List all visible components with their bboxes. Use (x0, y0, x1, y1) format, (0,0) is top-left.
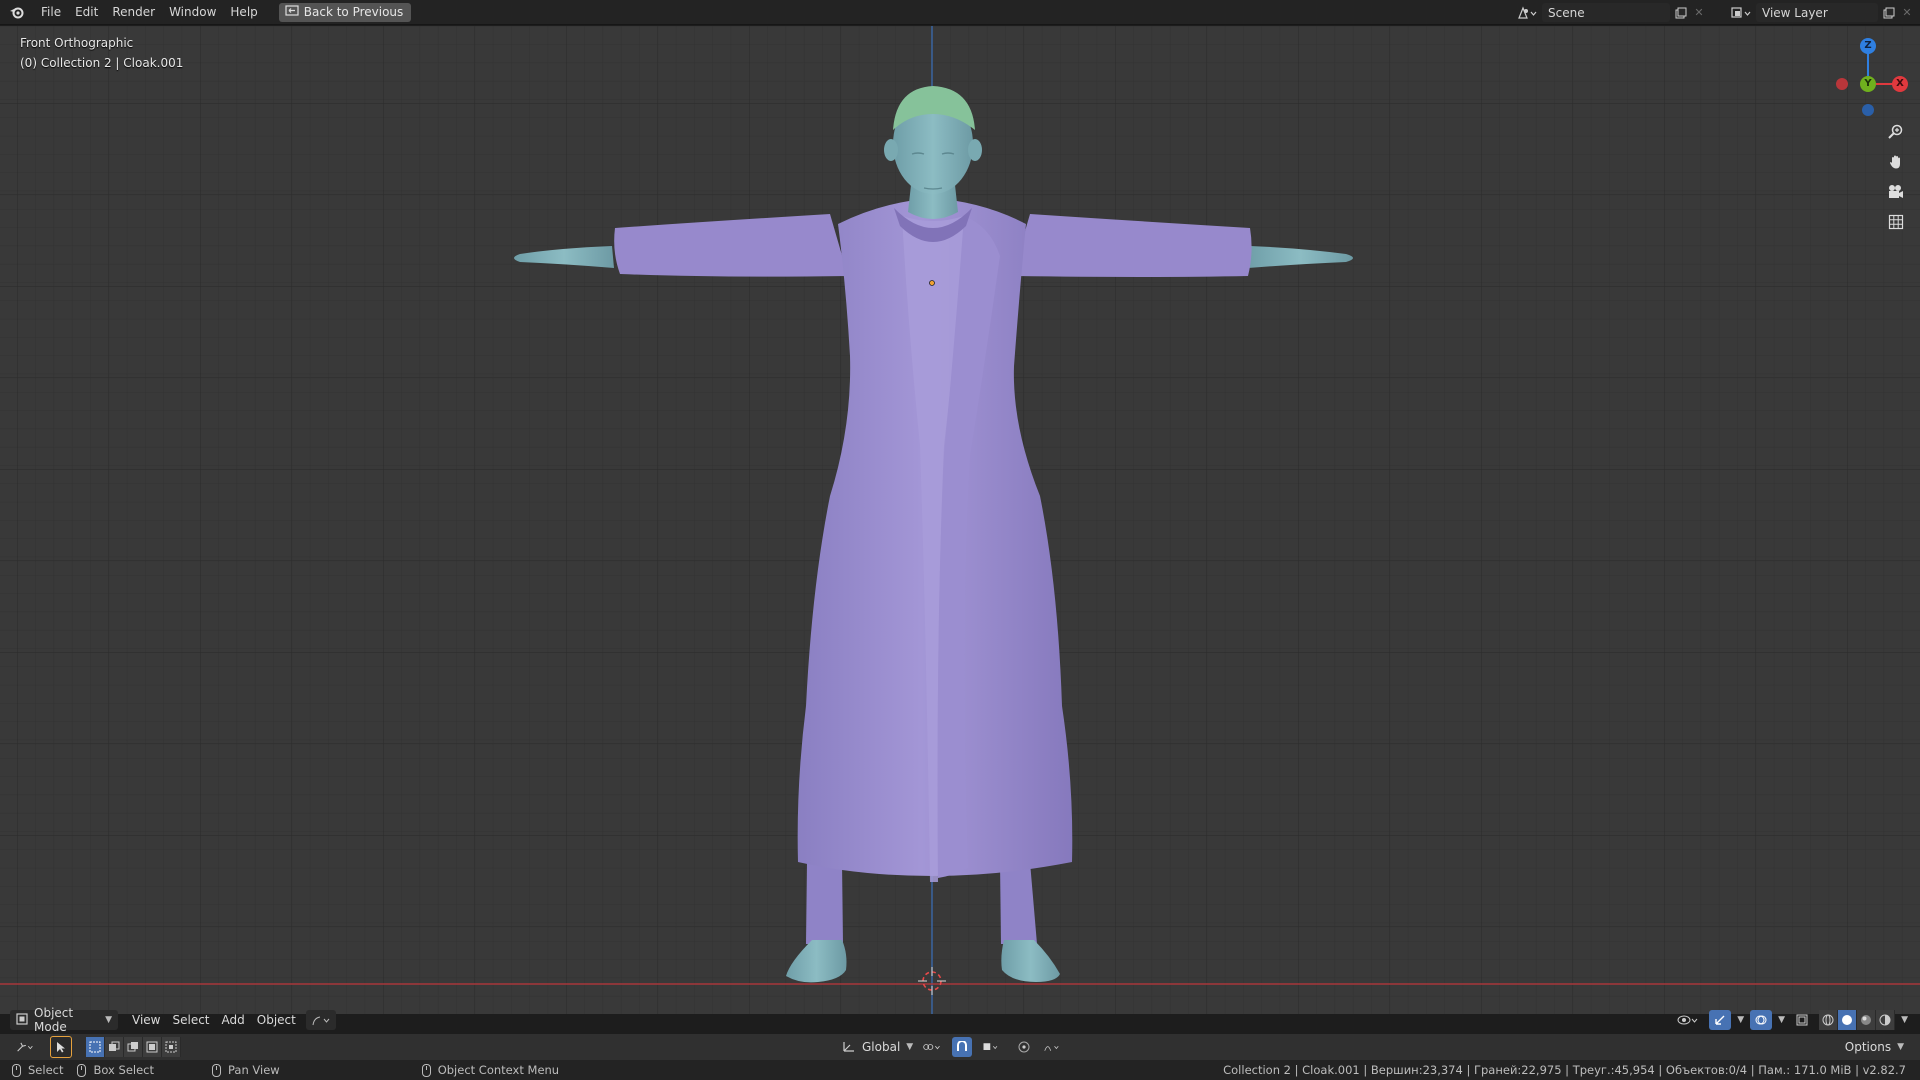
toggle-ortho-grid-icon[interactable] (1882, 208, 1910, 236)
intersect-selection-icon[interactable] (162, 1037, 181, 1057)
show-overlays-toggle[interactable] (1750, 1010, 1773, 1030)
tool-settings-bar: Global ▼ Options ▼ (0, 1034, 1920, 1060)
visibility-dropdown[interactable] (1671, 1010, 1705, 1030)
gpencil-layer-dropdown[interactable] (305, 1010, 336, 1030)
mouse-left-icon (12, 1063, 21, 1077)
solid-shading-icon[interactable] (1838, 1010, 1858, 1030)
overlay-options-chevron-icon[interactable]: ▼ (1776, 1010, 1787, 1030)
gizmo-y-icon[interactable]: Y (1860, 76, 1876, 92)
chevron-down-icon: ▼ (1897, 1042, 1904, 1052)
invert-selection-icon[interactable] (143, 1037, 162, 1057)
header-menu-select[interactable]: Select (166, 1010, 215, 1030)
gizmo-z-icon[interactable]: Z (1860, 38, 1876, 54)
view-layer-name-field[interactable]: View Layer (1756, 3, 1878, 22)
menu-help[interactable]: Help (223, 0, 264, 25)
material-shading-icon[interactable] (1857, 1010, 1877, 1030)
status-select-label: Select (28, 1063, 64, 1077)
status-context-menu-hint: Object Context Menu (421, 1063, 560, 1077)
transform-orientation-label: Global (862, 1040, 901, 1054)
status-bar: Select Box Select Pan View Object Contex… (0, 1060, 1920, 1080)
header-menu-object[interactable]: Object (251, 1010, 302, 1030)
proportional-editing-toggle[interactable] (1014, 1037, 1034, 1057)
viewport-canvas (0, 26, 1920, 1014)
transform-tool-dropdown[interactable] (10, 1037, 40, 1057)
mouse-right-icon (421, 1063, 431, 1077)
new-scene-icon[interactable] (1670, 3, 1692, 22)
collection-info-label: (0) Collection 2 | Cloak.001 (20, 56, 184, 70)
chevron-down-icon: ▼ (906, 1042, 914, 1052)
rendered-shading-icon[interactable] (1876, 1010, 1896, 1030)
top-bar: File Edit Render Window Help Back to Pre… (0, 0, 1920, 25)
shading-options-chevron-icon[interactable]: ▼ (1899, 1010, 1910, 1030)
transform-orientation-dropdown[interactable]: Global ▼ (836, 1037, 914, 1057)
subtract-selection-icon[interactable] (124, 1037, 143, 1057)
back-to-previous-button[interactable]: Back to Previous (278, 2, 412, 22)
wireframe-shading-icon[interactable] (1819, 1010, 1839, 1030)
view-name-label: Front Orthographic (20, 36, 134, 50)
chevron-down-icon: ▼ (105, 1015, 112, 1025)
remove-scene-icon[interactable]: ✕ (1692, 6, 1706, 19)
extend-selection-icon[interactable] (105, 1037, 124, 1057)
scene-name-field[interactable]: Scene (1542, 3, 1670, 22)
mouse-middle-icon (212, 1063, 221, 1077)
menu-file[interactable]: File (34, 0, 68, 25)
object-mode-icon (16, 1012, 28, 1028)
scene-selectors: Scene ✕ View Layer ✕ (1512, 0, 1920, 25)
status-select-hint: Select (12, 1063, 63, 1077)
status-context-menu-label: Object Context Menu (437, 1063, 560, 1077)
status-box-select-hint: Box Select (77, 1063, 154, 1077)
screen-back-icon (285, 5, 299, 19)
new-view-layer-icon[interactable] (1878, 3, 1900, 22)
status-pan-view-label: Pan View (228, 1063, 280, 1077)
set-new-selection-icon[interactable] (86, 1037, 105, 1057)
transform-settings-group: Global ▼ (836, 1037, 1068, 1057)
selection-mode-buttons (86, 1037, 181, 1057)
shading-mode-buttons (1819, 1010, 1896, 1030)
pivot-point-dropdown[interactable] (916, 1037, 948, 1057)
xray-toggle[interactable] (1791, 1010, 1813, 1030)
gizmo-options-chevron-icon[interactable]: ▼ (1735, 1010, 1746, 1030)
viewport-header: Object Mode ▼ View Select Add Object ▼ ▼… (0, 1006, 1920, 1034)
header-menu-add[interactable]: Add (216, 1010, 251, 1030)
scene-name-label: Scene (1548, 5, 1585, 20)
orientation-axes-icon (842, 1040, 856, 1055)
menu-render[interactable]: Render (105, 0, 162, 25)
status-pan-view-hint: Pan View (212, 1063, 280, 1077)
view-layer-browse-button[interactable] (1726, 3, 1756, 22)
blender-logo-icon[interactable] (0, 0, 34, 25)
view-layer-name-label: View Layer (1762, 5, 1828, 20)
scene-statistics: Collection 2 | Cloak.001 | Вершин:23,374… (1223, 1063, 1906, 1077)
show-gizmo-toggle[interactable] (1709, 1010, 1732, 1030)
pan-view-hand-icon[interactable] (1882, 148, 1910, 176)
object-mode-dropdown[interactable]: Object Mode ▼ (10, 1006, 118, 1034)
remove-view-layer-icon[interactable]: ✕ (1900, 6, 1914, 19)
menu-window[interactable]: Window (162, 0, 223, 25)
header-menu-view[interactable]: View (126, 1010, 166, 1030)
navigation-gizmo[interactable]: Z Y X (1820, 32, 1910, 132)
camera-view-icon[interactable] (1882, 178, 1910, 206)
snap-target-dropdown[interactable] (976, 1037, 1006, 1057)
gizmo-x-icon[interactable]: X (1892, 76, 1908, 92)
status-box-select-label: Box Select (93, 1063, 154, 1077)
select-tool-button[interactable] (50, 1036, 72, 1058)
options-dropdown[interactable]: Options ▼ (1839, 1037, 1910, 1057)
scene-browse-button[interactable] (1512, 3, 1542, 22)
back-to-previous-label: Back to Previous (303, 5, 404, 19)
snap-toggle[interactable] (952, 1037, 972, 1057)
mouse-drag-icon (77, 1063, 87, 1077)
3d-viewport[interactable]: Front Orthographic (0) Collection 2 | Cl… (0, 26, 1920, 1014)
object-mode-label: Object Mode (34, 1006, 74, 1034)
menu-edit[interactable]: Edit (68, 0, 105, 25)
options-label: Options (1844, 1040, 1892, 1054)
zoom-view-icon[interactable] (1882, 118, 1910, 146)
proportional-falloff-dropdown[interactable] (1038, 1037, 1068, 1057)
